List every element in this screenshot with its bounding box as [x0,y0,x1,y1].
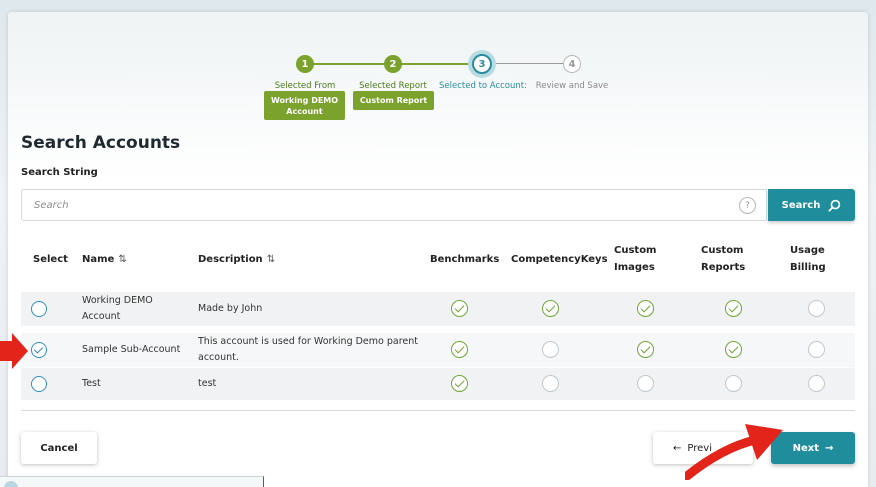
next-button-label: Next [792,442,819,454]
row-select-radio[interactable] [31,301,47,317]
selected-report-style-chip: Custom Report [353,91,434,110]
custom-images-check-icon [637,300,654,317]
search-button-label: Search [781,199,821,211]
bottom-overlay-panel [0,476,264,487]
search-string-label: Search String [21,167,98,178]
step-1-circle: 1 [296,55,314,73]
benchmarks-check-icon [451,300,468,317]
col-header-select: Select [33,254,68,265]
row-select-radio[interactable] [31,342,47,358]
step-2-circle: 2 [384,55,402,73]
annotation-arrow-icon [685,424,783,480]
usage-billing-empty-icon [808,375,825,392]
col-header-description[interactable]: Description ⇅ [198,251,275,268]
usage-billing-empty-icon [808,300,825,317]
custom-reports-empty-icon [725,375,742,392]
table-row[interactable]: Working DEMO Account Made by John [21,292,855,326]
col-header-custom-images-line1: Custom [614,245,657,256]
row-name: Sample Sub-Account [82,344,181,355]
custom-images-empty-icon [637,375,654,392]
step-3-circle: 3 [472,54,492,74]
row-description: Made by John [198,303,263,314]
table-row[interactable]: Test test [21,368,855,400]
col-header-name[interactable]: Name ⇅ [82,251,127,268]
page-title: Search Accounts [21,133,181,153]
col-header-benchmarks: Benchmarks [430,254,500,265]
search-icon [828,199,841,212]
search-button[interactable]: Search [768,189,855,221]
annotation-arrow-icon [0,333,28,369]
col-header-custom-reports: Custom Reports [701,242,745,276]
competency-keys-empty-icon [542,375,559,392]
row-name: Test [82,378,101,389]
col-header-custom-reports-line2: Reports [701,262,746,273]
sort-icon[interactable]: ⇅ [267,254,275,265]
row-select-radio[interactable] [31,376,47,392]
search-field-wrapper: ? [21,189,767,221]
col-header-usage-billing-line1: Usage [790,245,825,256]
row-description: This account is used for Working Demo pa… [198,334,418,366]
custom-reports-check-icon [725,341,742,358]
step-4-label: Review and Save [535,81,609,91]
col-header-custom-images: Custom Images [614,242,656,276]
arrow-right-icon: → [825,442,834,454]
custom-reports-check-icon [725,300,742,317]
custom-images-check-icon [637,341,654,358]
col-header-usage-billing-line2: Billing [790,262,826,273]
footer-divider [21,410,855,411]
row-description-line2: account. [198,352,239,363]
step-connector [401,63,473,65]
col-header-competency-keys: CompetencyKeys [511,254,608,265]
competency-keys-empty-icon [542,341,559,358]
col-header-custom-reports-line1: Custom [701,245,744,256]
table-row[interactable]: Sample Sub-Account This account is used … [21,333,855,367]
row-name-line1: Working DEMO [82,295,153,306]
col-header-custom-images-line2: Images [614,262,655,273]
col-header-description-label: Description [198,254,263,265]
usage-billing-empty-icon [808,341,825,358]
competency-keys-check-icon [542,300,559,317]
arrow-left-icon: ← [673,442,682,454]
help-icon[interactable]: ? [739,197,756,214]
selected-from-account-chip: Working DEMO Account [264,91,345,120]
sort-icon[interactable]: ⇅ [118,254,126,265]
panel-avatar-icon [4,481,18,487]
step-4-circle: 4 [563,55,581,73]
benchmarks-check-icon [451,341,468,358]
row-name-line2: Account [82,311,121,322]
col-header-usage-billing: Usage Billing [790,242,826,276]
wizard-stepper: 1 2 3 4 Selected From Account: Selected … [0,22,876,132]
step-connector [313,63,389,65]
benchmarks-check-icon [451,375,468,392]
row-description-line1: This account is used for Working Demo pa… [198,336,419,347]
row-description: test [198,378,217,389]
cancel-button[interactable]: Cancel [21,432,97,464]
step-3-label: Selected to Account: [439,81,527,91]
col-header-name-label: Name [82,254,115,265]
row-name: Working DEMO Account [82,293,153,325]
step-connector [493,63,563,64]
search-input[interactable] [22,190,702,220]
